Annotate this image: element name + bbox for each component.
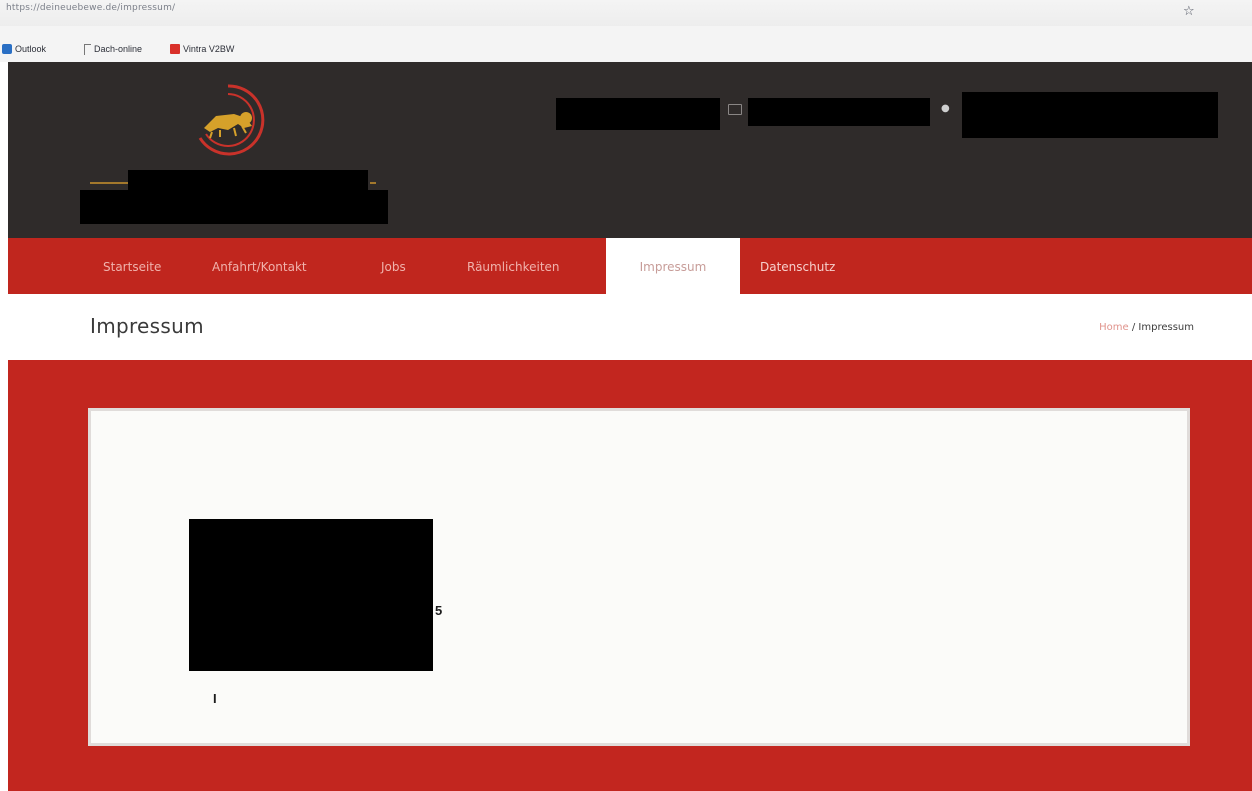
redacted-email [748, 98, 930, 126]
breadcrumb-separator: / [1128, 322, 1139, 333]
nav-item-impressum-active[interactable]: Impressum [606, 238, 740, 294]
logo-divider-right [370, 182, 376, 184]
redacted-impressum-details [189, 519, 433, 671]
page-icon [84, 43, 91, 55]
nav-item-raeumlichkeiten[interactable]: Räumlichkeiten [467, 238, 560, 294]
lion-logo[interactable] [188, 80, 268, 160]
bookmark-label: Dach-online [94, 44, 143, 54]
url-text[interactable]: https://deineuebewe.de/impressum/ [6, 3, 175, 13]
bookmark-outlook[interactable]: Outlook [2, 40, 46, 58]
lion-logo-icon [198, 84, 265, 156]
page-title: Impressum [90, 314, 204, 338]
vintra-icon [170, 44, 180, 54]
bookmark-dach-online[interactable]: Dach-online [84, 40, 142, 58]
outlook-icon [2, 44, 12, 54]
site-header: ● [8, 62, 1252, 238]
mail-icon [728, 104, 742, 115]
breadcrumb-current: Impressum [1138, 322, 1194, 333]
breadcrumb: Home / Impressum [1099, 322, 1194, 333]
content-card: 5 I [88, 408, 1190, 746]
breadcrumb-home[interactable]: Home [1099, 322, 1129, 333]
page-title-bar: Impressum Home / Impressum [8, 294, 1252, 360]
star-icon[interactable]: ☆ [1183, 4, 1195, 19]
partial-text: 5 [435, 603, 443, 618]
nav-item-anfahrt-kontakt[interactable]: Anfahrt/Kontakt [212, 238, 307, 294]
main-nav: Startseite Anfahrt/Kontakt Jobs Räumlich… [8, 238, 1252, 294]
bookmark-label: Outlook [15, 44, 47, 54]
bookmark-label: Vintra V2BW [183, 44, 235, 54]
nav-item-startseite[interactable]: Startseite [103, 238, 161, 294]
pin-icon: ● [941, 103, 950, 114]
partial-text: I [213, 691, 217, 706]
logo-divider-left [90, 182, 128, 184]
bookmarks-bar: Outlook Dach-online Vintra V2BW [0, 26, 1252, 62]
content-area: 5 I [8, 360, 1252, 791]
redacted-address [962, 92, 1218, 138]
bookmark-vintra[interactable]: Vintra V2BW [170, 40, 234, 58]
redacted-brand-tagline [80, 190, 388, 224]
redacted-phone [556, 98, 720, 130]
nav-item-jobs[interactable]: Jobs [381, 238, 406, 294]
nav-item-datenschutz[interactable]: Datenschutz [760, 238, 835, 294]
